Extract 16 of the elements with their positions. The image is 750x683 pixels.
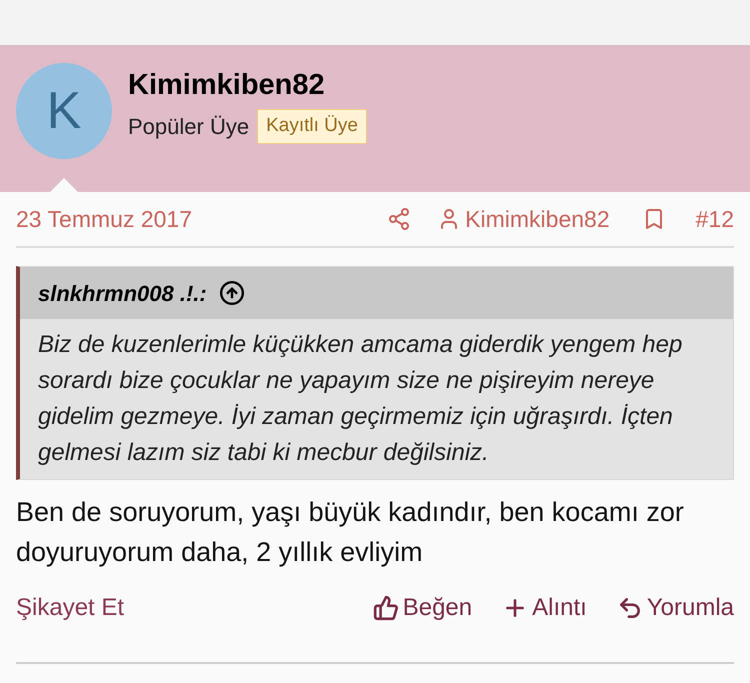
user-badge: Kayıtlı Üye — [257, 109, 367, 144]
share-icon[interactable] — [387, 207, 412, 231]
author-name[interactable]: Kimimkiben82 — [128, 67, 367, 103]
quote-author: slnkhrmn008 .!.: — [38, 280, 207, 308]
user-title: Popüler Üye — [128, 112, 250, 141]
reply-button[interactable]: Yorumla — [616, 590, 734, 626]
jump-to-quote-icon[interactable] — [218, 280, 245, 306]
quote-button[interactable]: Alıntı — [502, 590, 587, 626]
post-number[interactable]: #12 — [696, 202, 734, 236]
like-button[interactable]: Beğen — [372, 590, 472, 626]
quote-text: Biz de kuzenlerimle küçükken amcama giderdik yengem hep sorardı bize çocuklar ne yapayım size ne pişireyim nereye gidelim gezmeye. İyi zaman geçirmemiz için uğraşırdı. İçten gelmesi lazım siz tabi ki mecbur değilsiniz. — [37, 330, 684, 468]
report-link[interactable]: Şikayet Et — [16, 590, 343, 626]
author-link[interactable]: Kimimkiben82 — [437, 202, 610, 236]
post-text: Ben de soruyorum, yaşı büyük kadındır, ben kocamı zor doyuruyorum daha, 2 yıllık evliyim — [16, 496, 685, 569]
thumbs-up-icon — [372, 595, 399, 621]
post-date[interactable]: 23 Temmuz 2017 — [16, 202, 388, 236]
